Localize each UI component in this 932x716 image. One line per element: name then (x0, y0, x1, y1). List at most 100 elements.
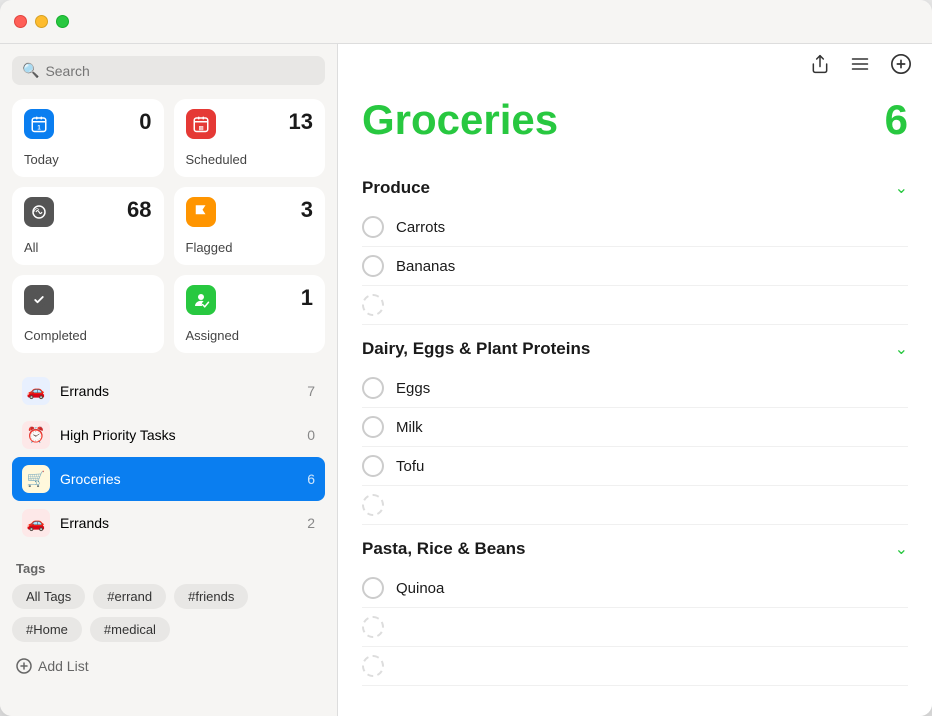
errands1-name: Errands (60, 383, 297, 399)
smart-card-all[interactable]: 68 All (12, 187, 164, 265)
group-pasta: Pasta, Rice & Beans ⌄ Quinoa (362, 525, 908, 686)
smart-card-today[interactable]: 1 0 Today (12, 99, 164, 177)
today-count: 0 (139, 109, 151, 135)
group-dairy: Dairy, Eggs & Plant Proteins ⌄ Eggs Milk… (362, 325, 908, 525)
task-dairy-empty (362, 486, 908, 525)
title-bar (0, 0, 932, 44)
assigned-count: 1 (301, 285, 313, 311)
tag-errand[interactable]: #errand (93, 584, 166, 609)
add-list-button[interactable]: Add List (12, 654, 325, 678)
scheduled-icon: ▦ (186, 109, 216, 139)
sidebar: 🔍 1 (0, 44, 338, 716)
scheduled-count: 13 (289, 109, 313, 135)
content-body: Groceries 6 Produce ⌄ Carrots Ban (338, 88, 932, 716)
highpriority-name: High Priority Tasks (60, 427, 297, 443)
list-view-icon[interactable] (850, 54, 870, 79)
dairy-header: Dairy, Eggs & Plant Proteins ⌄ (362, 325, 908, 369)
milk-name: Milk (396, 419, 423, 436)
svg-text:1: 1 (37, 125, 41, 131)
list-section: 🚗 Errands 7 ⏰ High Priority Tasks 0 🛒 Gr… (12, 369, 325, 545)
groceries-name: Groceries (60, 471, 297, 487)
flagged-count: 3 (301, 197, 313, 223)
traffic-lights (14, 15, 69, 28)
add-task-icon[interactable] (890, 53, 912, 80)
groceries-count: 6 (307, 471, 315, 487)
tags-label: Tags (12, 561, 325, 576)
group-produce: Produce ⌄ Carrots Bananas (362, 164, 908, 325)
produce-header: Produce ⌄ (362, 164, 908, 208)
eggs-checkbox[interactable] (362, 377, 384, 399)
smart-card-flagged[interactable]: 3 Flagged (174, 187, 326, 265)
close-button[interactable] (14, 15, 27, 28)
all-icon (24, 197, 54, 227)
quinoa-name: Quinoa (396, 580, 444, 597)
pasta-chevron[interactable]: ⌄ (895, 539, 908, 559)
share-icon[interactable] (810, 54, 830, 79)
add-icon (16, 658, 32, 674)
task-bananas: Bananas (362, 247, 908, 286)
eggs-name: Eggs (396, 380, 430, 397)
tofu-name: Tofu (396, 458, 424, 475)
list-item-groceries[interactable]: 🛒 Groceries 6 (12, 457, 325, 501)
maximize-button[interactable] (56, 15, 69, 28)
pasta-name: Pasta, Rice & Beans (362, 539, 525, 559)
minimize-button[interactable] (35, 15, 48, 28)
smart-grid: 1 0 Today (12, 99, 325, 353)
task-milk: Milk (362, 408, 908, 447)
carrots-checkbox[interactable] (362, 216, 384, 238)
task-pasta-empty1 (362, 608, 908, 647)
quinoa-checkbox[interactable] (362, 577, 384, 599)
assigned-icon (186, 285, 216, 315)
search-bar[interactable]: 🔍 (12, 56, 325, 85)
flagged-icon (186, 197, 216, 227)
highpriority-icon: ⏰ (22, 421, 50, 449)
tag-home[interactable]: #Home (12, 617, 82, 642)
produce-chevron[interactable]: ⌄ (895, 178, 908, 198)
tag-friends[interactable]: #friends (174, 584, 248, 609)
completed-icon (24, 285, 54, 315)
errands1-icon: 🚗 (22, 377, 50, 405)
dairy-chevron[interactable]: ⌄ (895, 339, 908, 359)
produce-name: Produce (362, 178, 430, 198)
tofu-checkbox[interactable] (362, 455, 384, 477)
pasta-header: Pasta, Rice & Beans ⌄ (362, 525, 908, 569)
pasta-empty2-checkbox[interactable] (362, 655, 384, 677)
task-produce-empty (362, 286, 908, 325)
smart-card-completed[interactable]: Completed (12, 275, 164, 353)
completed-label: Completed (24, 322, 152, 343)
flagged-label: Flagged (186, 234, 314, 255)
main-content: Groceries 6 Produce ⌄ Carrots Ban (338, 44, 932, 716)
errands2-icon: 🚗 (22, 509, 50, 537)
list-title-count: 6 (885, 96, 908, 144)
bananas-checkbox[interactable] (362, 255, 384, 277)
content-toolbar (338, 44, 932, 88)
search-input[interactable] (45, 63, 315, 79)
dairy-name: Dairy, Eggs & Plant Proteins (362, 339, 590, 359)
search-icon: 🔍 (22, 62, 39, 79)
bananas-name: Bananas (396, 258, 455, 275)
task-quinoa: Quinoa (362, 569, 908, 608)
all-label: All (24, 234, 152, 255)
list-title: Groceries (362, 96, 558, 144)
tag-all[interactable]: All Tags (12, 584, 85, 609)
assigned-label: Assigned (186, 322, 314, 343)
app-window: 🔍 1 (0, 0, 932, 716)
pasta-empty1-checkbox[interactable] (362, 616, 384, 638)
list-item-errands1[interactable]: 🚗 Errands 7 (12, 369, 325, 413)
list-item-errands2[interactable]: 🚗 Errands 2 (12, 501, 325, 545)
task-carrots: Carrots (362, 208, 908, 247)
today-label: Today (24, 146, 152, 167)
scheduled-label: Scheduled (186, 146, 314, 167)
list-title-row: Groceries 6 (362, 88, 908, 164)
milk-checkbox[interactable] (362, 416, 384, 438)
smart-card-assigned[interactable]: 1 Assigned (174, 275, 326, 353)
produce-empty-checkbox[interactable] (362, 294, 384, 316)
list-item-highpriority[interactable]: ⏰ High Priority Tasks 0 (12, 413, 325, 457)
groceries-icon: 🛒 (22, 465, 50, 493)
all-count: 68 (127, 197, 151, 223)
smart-card-scheduled[interactable]: ▦ 13 Scheduled (174, 99, 326, 177)
tag-medical[interactable]: #medical (90, 617, 170, 642)
errands1-count: 7 (307, 383, 315, 399)
errands2-name: Errands (60, 515, 297, 531)
dairy-empty-checkbox[interactable] (362, 494, 384, 516)
